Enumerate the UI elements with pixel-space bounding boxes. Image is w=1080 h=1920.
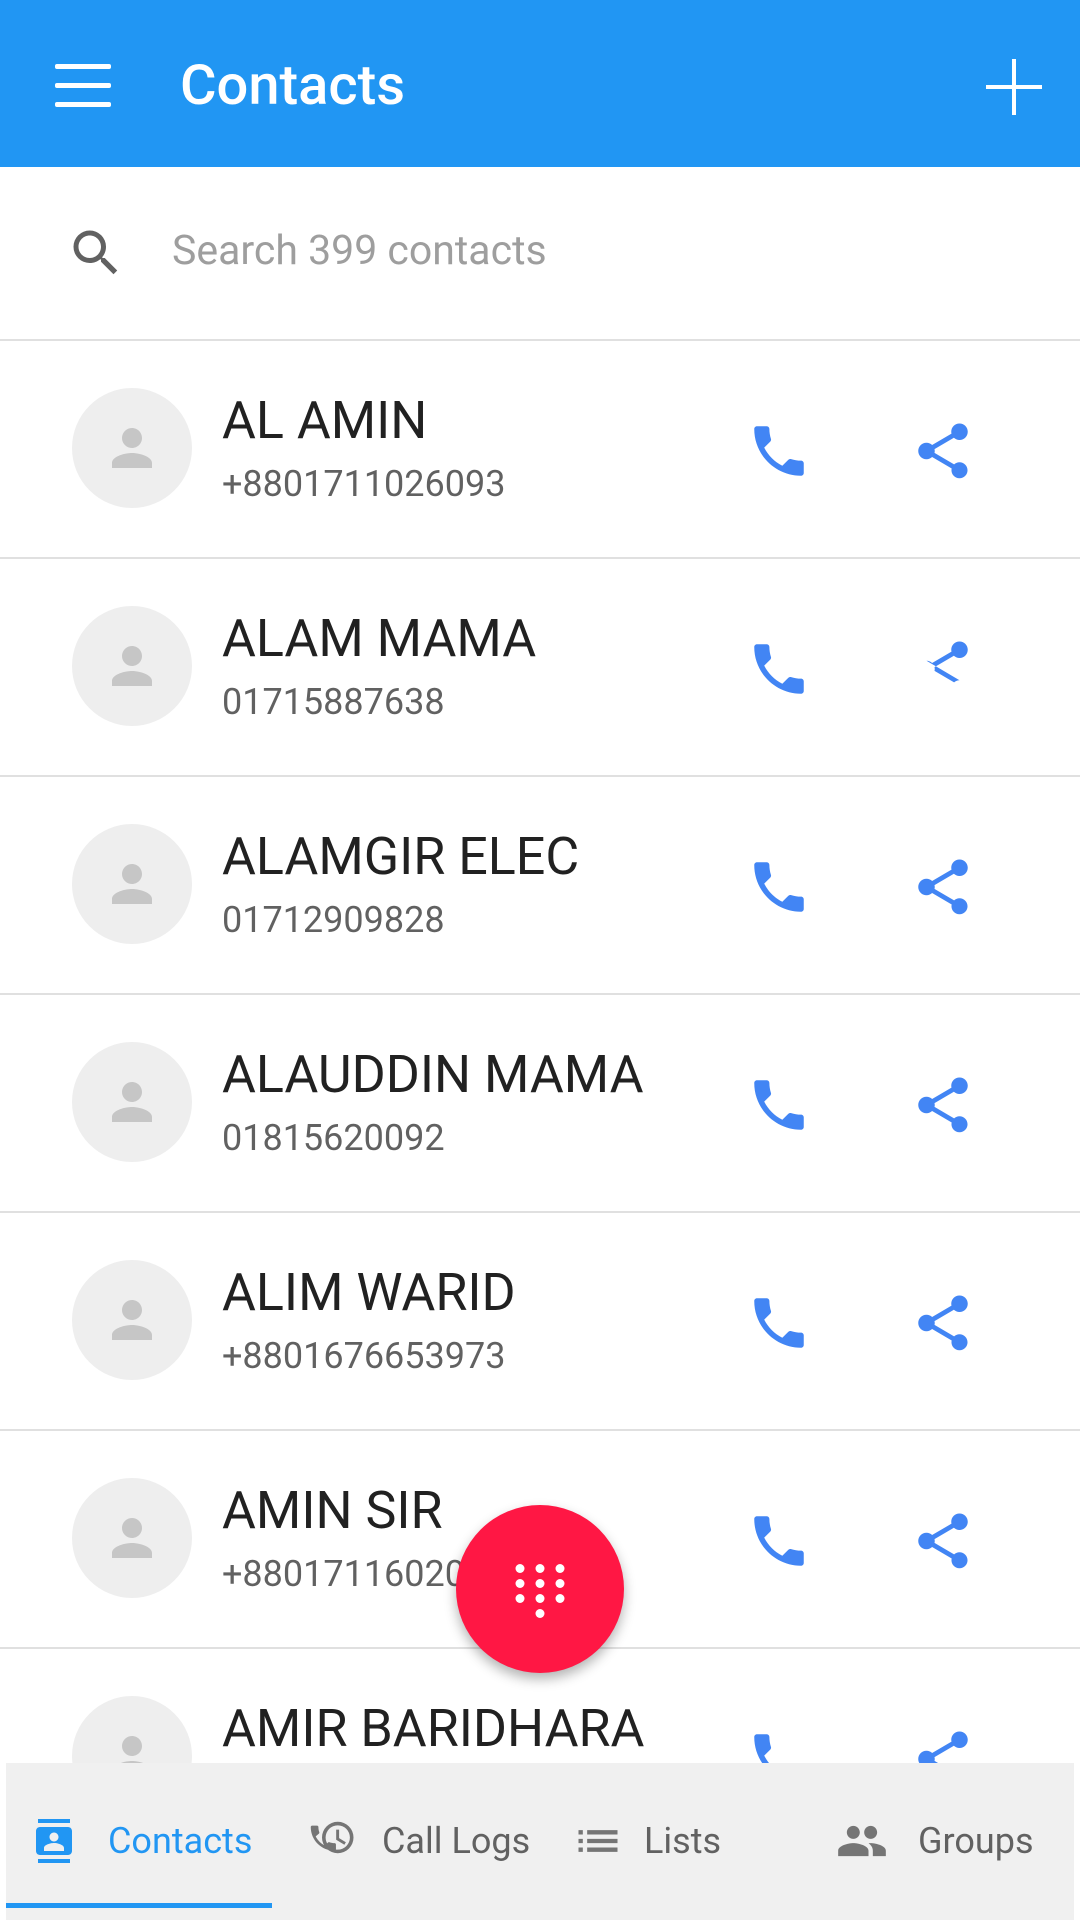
- phone-icon[interactable]: [746, 1290, 812, 1356]
- menu-icon[interactable]: [45, 54, 123, 118]
- share-icon[interactable]: [910, 1508, 976, 1574]
- phone-icon[interactable]: [746, 418, 812, 484]
- contact-phone: 01712909828: [222, 899, 445, 941]
- contact-phone: 01815620092: [222, 1117, 445, 1159]
- share-icon[interactable]: [910, 636, 976, 702]
- tab-call-logs[interactable]: Call Logs: [272, 1763, 542, 1913]
- contact-name: ALIM WARID: [222, 1262, 516, 1323]
- contact-phone: +8801711026093: [222, 463, 506, 505]
- tab-label: Groups: [918, 1820, 1034, 1862]
- contact-name: AL AMIN: [222, 390, 428, 451]
- contact-phone: +880171160201: [222, 1553, 486, 1595]
- contact-row[interactable]: AL AMIN +8801711026093: [0, 341, 1080, 559]
- contact-name: ALAUDDIN MAMA: [222, 1044, 644, 1105]
- contact-row[interactable]: ALAUDDIN MAMA 01815620092: [0, 995, 1080, 1213]
- avatar: [72, 1042, 192, 1162]
- contact-name: ALAMGIR ELEC: [222, 826, 580, 887]
- dialpad-icon: [515, 1564, 565, 1618]
- phone-icon[interactable]: [746, 854, 812, 920]
- dialpad-button[interactable]: [456, 1505, 624, 1673]
- avatar: [72, 1696, 192, 1763]
- phone-icon[interactable]: [746, 1726, 812, 1763]
- share-icon[interactable]: [910, 1290, 976, 1356]
- call-log-icon: [310, 1821, 354, 1854]
- app-bar: Contacts: [0, 0, 1080, 167]
- avatar: [72, 1260, 192, 1380]
- page-title: Contacts: [180, 52, 406, 118]
- search-input[interactable]: [172, 219, 992, 283]
- avatar: [72, 606, 192, 726]
- phone-icon[interactable]: [746, 1072, 812, 1138]
- groups-icon: [838, 1825, 886, 1857]
- person-icon: [112, 1518, 152, 1558]
- person-icon: [112, 864, 152, 904]
- person-icon: [112, 646, 152, 686]
- person-icon: [112, 1300, 152, 1340]
- contacts-icon: [36, 1819, 72, 1863]
- person-icon: [120, 1736, 144, 1763]
- avatar: [72, 824, 192, 944]
- share-icon[interactable]: [910, 418, 976, 484]
- tab-label: Contacts: [108, 1820, 253, 1862]
- active-tab-indicator: [6, 1903, 272, 1908]
- share-icon[interactable]: [910, 1072, 976, 1138]
- contact-name: ALAM MAMA: [222, 608, 537, 669]
- phone-icon[interactable]: [746, 1508, 812, 1574]
- tab-groups[interactable]: Groups: [772, 1763, 1074, 1913]
- contact-name: AMIR BARIDHARA: [222, 1698, 645, 1759]
- contact-name: AMIN SIR: [222, 1480, 443, 1541]
- share-icon[interactable]: [910, 1726, 976, 1763]
- tab-label: Lists: [644, 1820, 722, 1862]
- share-icon[interactable]: [910, 854, 976, 920]
- list-icon: [578, 1830, 618, 1852]
- contact-phone: +8801676653973: [222, 1335, 506, 1377]
- person-icon: [112, 428, 152, 468]
- bottom-nav: Contacts Call Logs Lists Groups: [6, 1763, 1074, 1920]
- contact-phone: 01715887638: [222, 681, 445, 723]
- plus-icon[interactable]: [978, 52, 1050, 124]
- search-bar: [0, 167, 1080, 341]
- tab-lists[interactable]: Lists: [542, 1763, 772, 1913]
- phone-icon[interactable]: [746, 636, 812, 702]
- contact-row[interactable]: ALAM MAMA 01715887638: [0, 559, 1080, 777]
- tab-label: Call Logs: [382, 1820, 531, 1862]
- avatar: [72, 1478, 192, 1598]
- contact-row[interactable]: ALIM WARID +8801676653973: [0, 1213, 1080, 1431]
- person-icon: [112, 1082, 152, 1122]
- search-icon[interactable]: [66, 223, 126, 283]
- tab-contacts[interactable]: Contacts: [6, 1763, 272, 1913]
- contact-row[interactable]: ALAMGIR ELEC 01712909828: [0, 777, 1080, 995]
- avatar: [72, 388, 192, 508]
